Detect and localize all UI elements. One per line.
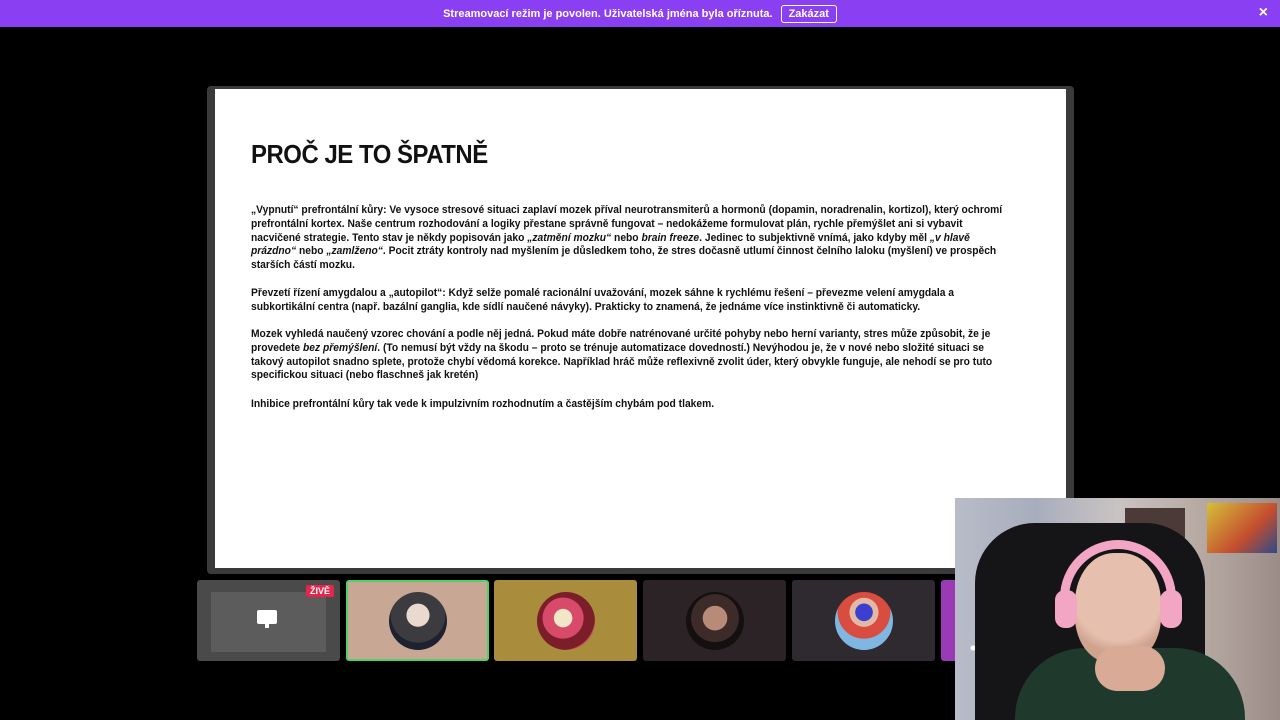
participant-tile-2[interactable] [494,580,637,661]
participant-tile-4[interactable] [792,580,935,661]
participant-tile-1[interactable] [346,580,489,661]
slide-paragraph-2: Převzetí řízení amygdalou a „autopilot“:… [251,287,955,313]
slide-paragraph-3: Mozek vyhledá naučený vzorec chování a p… [251,328,993,382]
slide-paragraph-1: „Vypnutí“ prefrontální kůry: Ve vysoce s… [251,204,1003,272]
participant-tile-3[interactable] [643,580,786,661]
live-badge: ŽIVĚ [305,585,334,597]
person-hand [1095,646,1165,691]
headset-earcup-left [1055,590,1077,628]
close-icon[interactable]: × [1259,5,1268,21]
slide-paragraph-4: Inhibice prefrontální kůry tak vede k im… [251,398,715,410]
avatar [834,591,893,650]
disable-streaming-mode-button[interactable]: Zakázat [780,4,837,23]
background-poster [1207,503,1277,553]
shared-screen-slide[interactable]: PROČ JE TO ŠPATNĚ „Vypnutí“ prefrontální… [215,89,1066,568]
slide-title: PROČ JE TO ŠPATNĚ [251,139,488,169]
avatar [536,591,595,650]
participant-tile-screen-share[interactable]: ŽIVĚ [197,580,340,661]
webcam-overlay [955,498,1280,720]
headset-earcup-right [1160,590,1182,628]
avatar [388,591,447,650]
avatar [685,591,744,650]
monitor-icon [257,610,277,628]
banner-message: Streamovací režim je povolen. Uživatelsk… [443,7,773,20]
streaming-mode-banner: Streamovací režim je povolen. Uživatelsk… [0,0,1280,27]
